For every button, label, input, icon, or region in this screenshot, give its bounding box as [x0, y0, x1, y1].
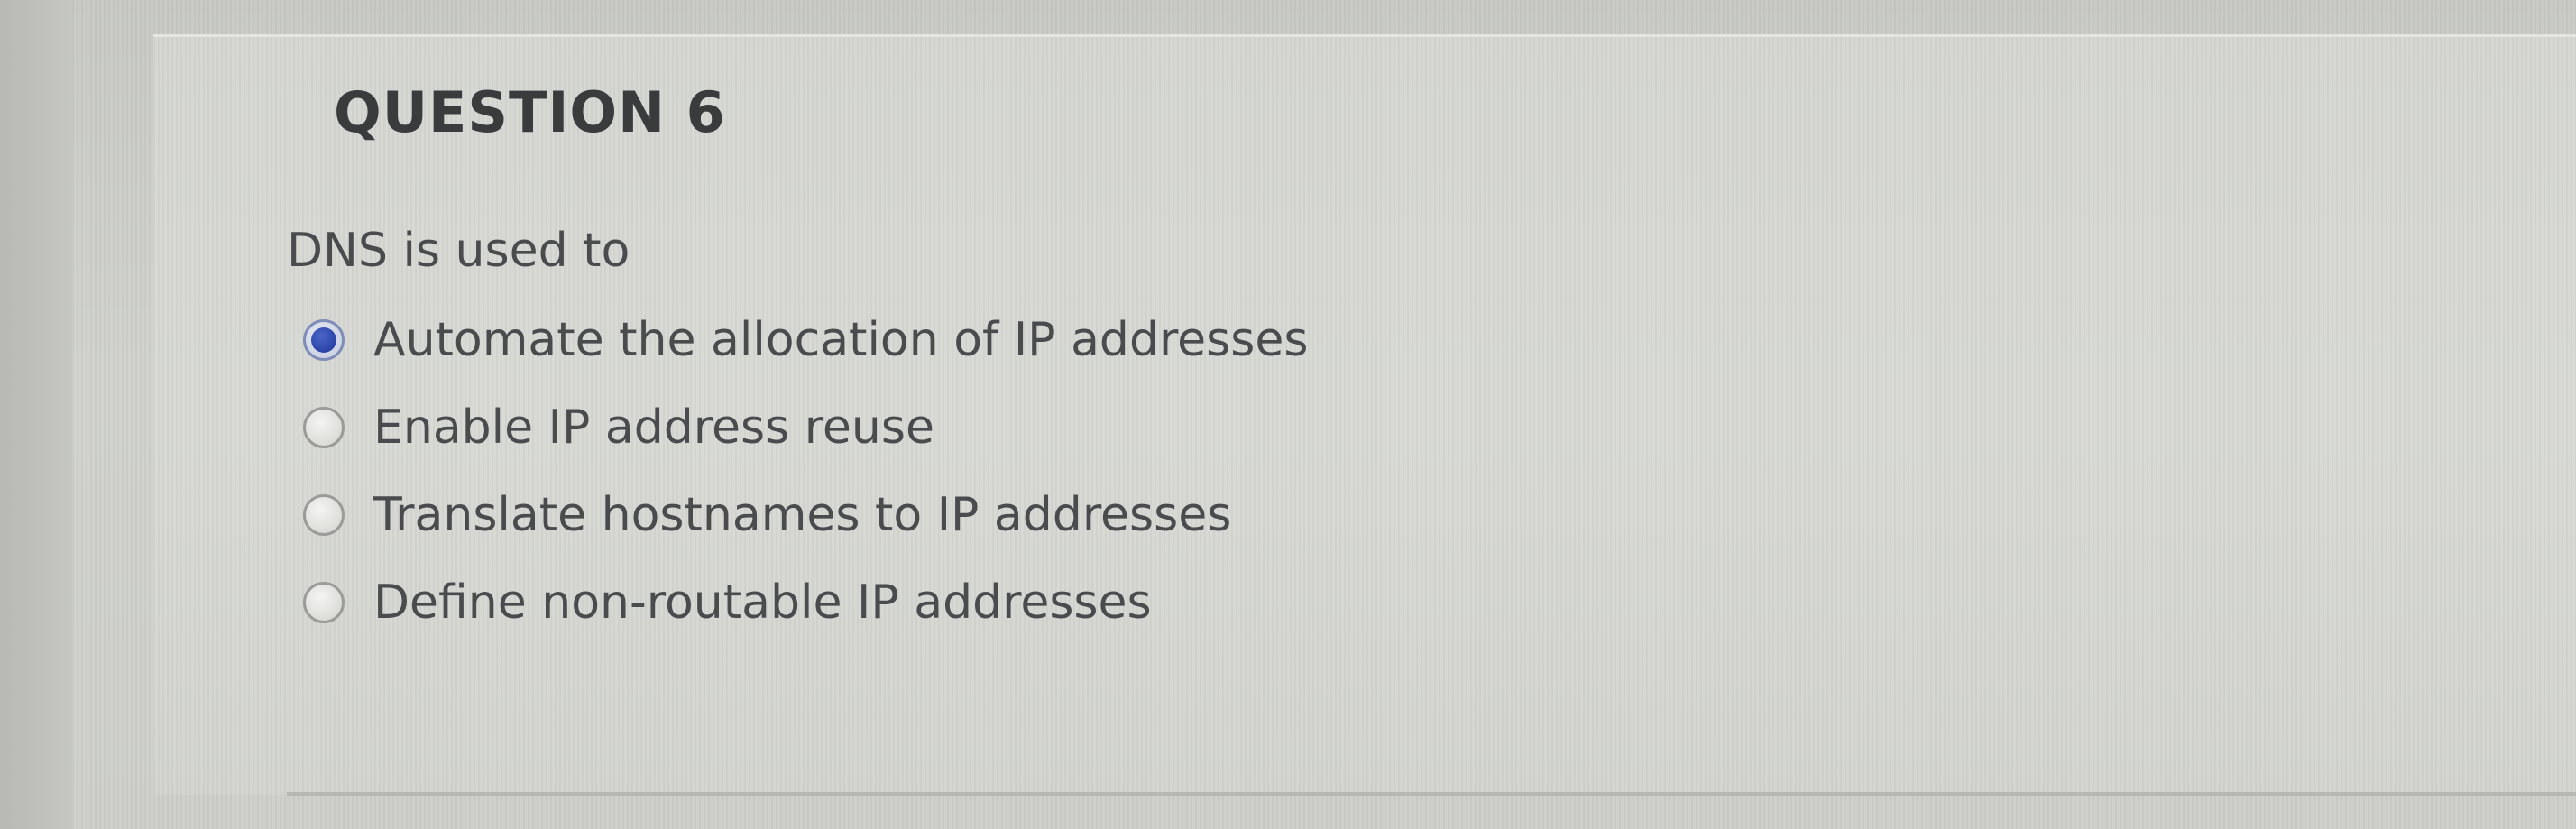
answer-option-label[interactable]: Automate the allocation of IP addresses	[373, 313, 1308, 367]
radio-button[interactable]	[303, 493, 345, 536]
answer-options: Automate the allocation of IP addresses …	[303, 296, 1308, 646]
radio-button-selected[interactable]	[303, 318, 345, 361]
answer-option-4[interactable]: Define non-routable IP addresses	[303, 558, 1308, 646]
radio-button[interactable]	[303, 406, 345, 448]
answer-option-1[interactable]: Automate the allocation of IP addresses	[303, 296, 1308, 383]
radio-button[interactable]	[303, 581, 345, 623]
left-margin	[0, 0, 72, 829]
question-text: DNS is used to	[287, 224, 630, 278]
question-title: QUESTION 6	[334, 79, 726, 145]
panel-divider	[287, 792, 2576, 796]
answer-option-2[interactable]: Enable IP address reuse	[303, 383, 1308, 471]
answer-option-3[interactable]: Translate hostnames to IP addresses	[303, 471, 1308, 558]
answer-option-label[interactable]: Enable IP address reuse	[373, 401, 934, 455]
answer-option-label[interactable]: Translate hostnames to IP addresses	[373, 488, 1231, 542]
radio-dot-icon	[311, 327, 336, 353]
answer-option-label[interactable]: Define non-routable IP addresses	[373, 576, 1152, 630]
